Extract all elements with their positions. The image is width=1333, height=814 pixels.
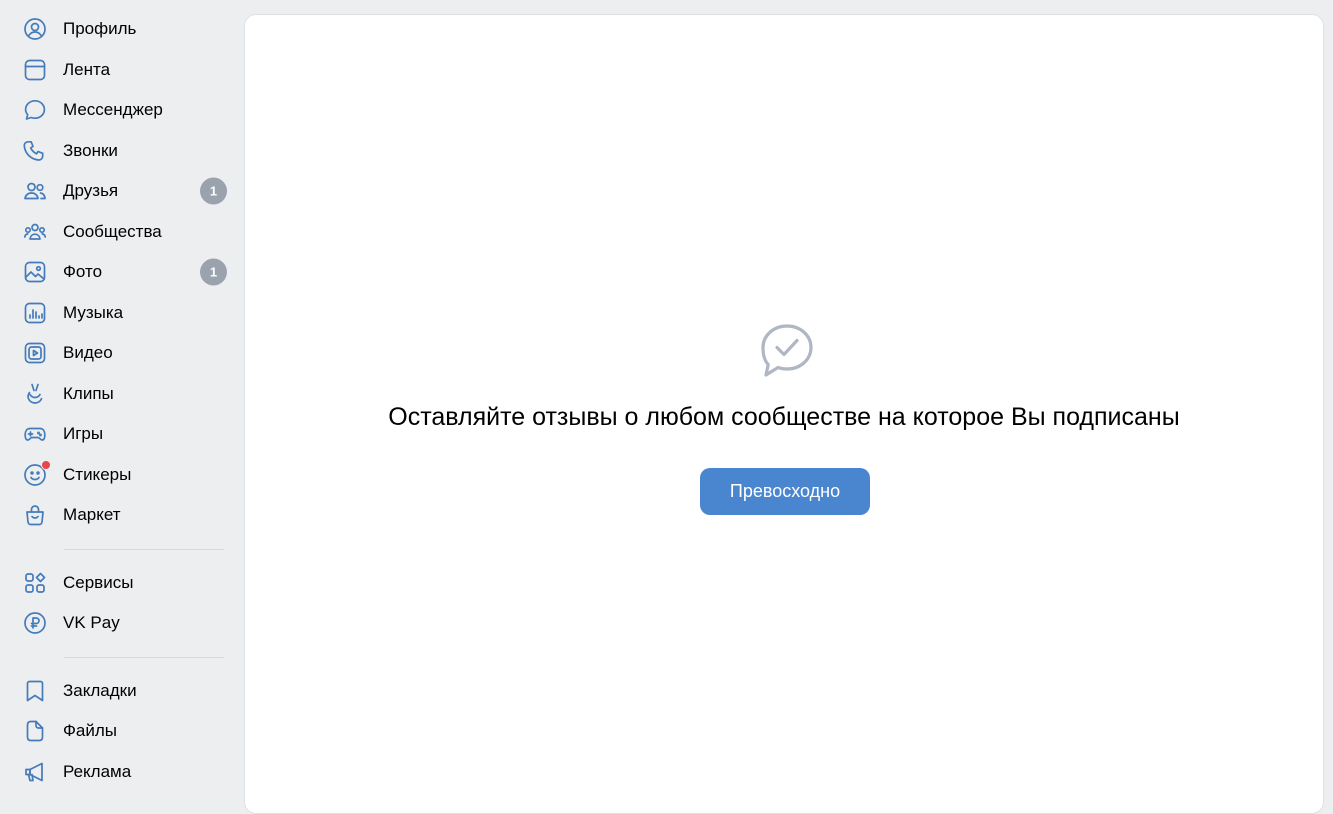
sidebar-item-label: Друзья [63, 181, 119, 201]
nav-group-main: Профиль Лента Мессенджер Звонки Друзья 1… [0, 0, 244, 536]
sidebar-item-stickers[interactable]: Стикеры [18, 455, 230, 496]
bookmark-icon [23, 679, 47, 703]
sidebar-item-label: Фото [63, 262, 103, 282]
ruble-icon [23, 611, 47, 635]
main-content-panel: Оставляйте отзывы о любом сообществе на … [244, 14, 1324, 814]
nav-group-services: Сервисы VK Pay [0, 563, 244, 644]
sidebar-item-files[interactable]: Файлы [18, 711, 230, 752]
sidebar-item-bookmarks[interactable]: Закладки [18, 671, 230, 712]
sidebar-item-market[interactable]: Маркет [18, 495, 230, 536]
sidebar-item-label: Игры [63, 424, 104, 444]
sidebar-item-ads[interactable]: Реклама [18, 752, 230, 793]
sidebar-item-music[interactable]: Музыка [18, 293, 230, 334]
sidebar-item-vk-pay[interactable]: VK Pay [18, 603, 230, 644]
new-stickers-dot [41, 459, 51, 470]
sidebar-item-label: Клипы [63, 383, 114, 403]
sidebar-divider [64, 656, 224, 658]
gamepad-icon [23, 422, 47, 446]
sidebar-item-label: Музыка [63, 302, 124, 322]
sidebar-item-label: Видео [63, 343, 113, 363]
nav-group-extra: Закладки Файлы Реклама [0, 671, 244, 793]
sidebar-item-photo[interactable]: Фото 1 [18, 252, 230, 293]
video-icon [23, 341, 47, 365]
sidebar-item-friends[interactable]: Друзья 1 [18, 171, 230, 212]
sidebar-divider [64, 548, 224, 550]
empty-state-message: Оставляйте отзывы о любом сообществе на … [388, 403, 1180, 431]
file-icon [23, 719, 47, 743]
sidebar-item-calls[interactable]: Звонки [18, 131, 230, 172]
sidebar-item-label: Реклама [63, 761, 132, 781]
sidebar-item-label: Стикеры [63, 464, 132, 484]
sidebar-item-label: Сообщества [63, 221, 162, 241]
friends-icon [23, 179, 47, 203]
chat-check-icon [753, 318, 819, 384]
phone-icon [23, 139, 47, 163]
shopping-bag-icon [23, 503, 47, 527]
sidebar-item-video[interactable]: Видео [18, 333, 230, 374]
sidebar-item-communities[interactable]: Сообщества [18, 212, 230, 253]
sidebar-item-label: Закладки [63, 680, 137, 700]
communities-icon [23, 220, 47, 244]
services-grid-icon [23, 571, 47, 595]
megaphone-icon [23, 760, 47, 784]
sidebar-item-label: Файлы [63, 721, 118, 741]
sidebar-item-label: Сервисы [63, 572, 134, 592]
photo-count-badge: 1 [200, 258, 227, 286]
music-icon [23, 301, 47, 325]
friends-count-badge: 1 [200, 177, 227, 205]
sidebar-item-label: Профиль [63, 19, 137, 39]
sidebar-item-games[interactable]: Игры [18, 414, 230, 455]
sidebar-item-label: VK Pay [63, 613, 120, 633]
sidebar-item-feed[interactable]: Лента [18, 50, 230, 91]
messenger-icon [23, 98, 47, 122]
left-sidebar: Профиль Лента Мессенджер Звонки Друзья 1… [0, 0, 244, 793]
clips-icon [23, 382, 47, 406]
photo-icon [23, 260, 47, 284]
sidebar-item-label: Маркет [63, 505, 121, 525]
sidebar-item-profile[interactable]: Профиль [18, 9, 230, 50]
sidebar-item-label: Лента [63, 59, 111, 79]
sidebar-item-clips[interactable]: Клипы [18, 374, 230, 415]
sidebar-item-services[interactable]: Сервисы [18, 563, 230, 604]
profile-icon [23, 17, 47, 41]
feed-icon [23, 58, 47, 82]
sidebar-item-label: Мессенджер [63, 100, 163, 120]
sidebar-item-messenger[interactable]: Мессенджер [18, 90, 230, 131]
smile-icon [23, 459, 51, 487]
sidebar-item-label: Звонки [63, 140, 118, 160]
excellent-button[interactable]: Превосходно [700, 468, 870, 515]
